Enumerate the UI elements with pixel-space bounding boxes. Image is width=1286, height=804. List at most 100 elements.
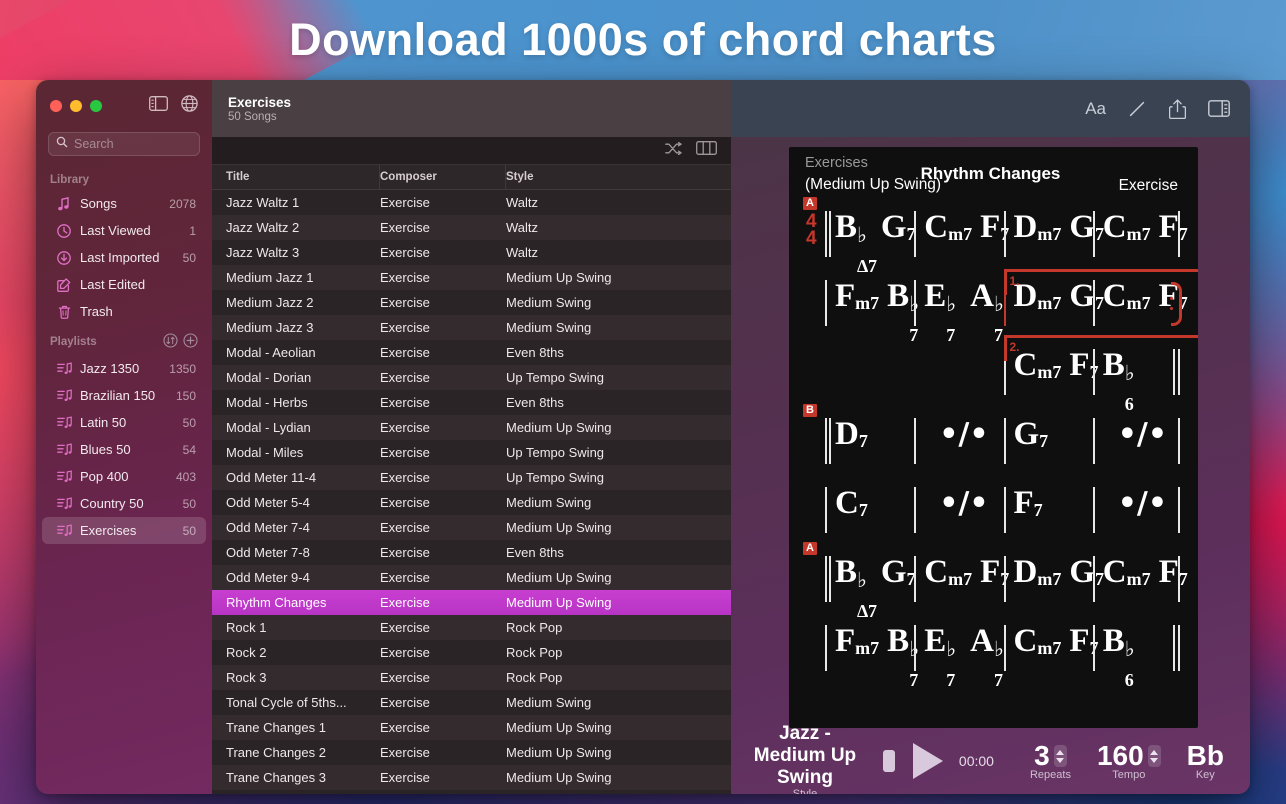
cell-title: Rock 3 xyxy=(212,670,380,685)
tempo-stepper[interactable]: 160 Tempo xyxy=(1097,741,1161,781)
sidebar-item-country-50[interactable]: Country 50 50 xyxy=(42,490,206,517)
cell-title: Odd Meter 7-4 xyxy=(212,520,380,535)
cell-composer: Exercise xyxy=(380,570,506,585)
chord: Cm7 xyxy=(1103,554,1151,594)
sidebar-item-last-viewed[interactable]: Last Viewed 1 xyxy=(42,217,206,244)
measure: F7 xyxy=(1004,485,1093,546)
zoom-button[interactable] xyxy=(90,100,102,112)
measure: E♭7 A♭7 xyxy=(914,623,1003,679)
table-row[interactable]: Jazz Waltz 3 Exercise Waltz xyxy=(212,240,731,265)
cell-style: Even 8ths xyxy=(506,395,731,410)
sidebar: Search Library Songs 2078 xyxy=(36,80,212,794)
barline xyxy=(914,487,916,533)
chord-chart-container[interactable]: Exercises (Medium Up Swing) Rhythm Chang… xyxy=(731,137,1250,728)
sidebar-item-brazilian-150[interactable]: Brazilian 150 150 xyxy=(42,382,206,409)
sidebar-item-last-edited[interactable]: Last Edited xyxy=(42,271,206,298)
player-style-label: Style xyxy=(745,788,865,795)
measure: Fm7 B♭7 xyxy=(825,278,914,339)
share-icon[interactable] xyxy=(1169,99,1186,119)
chord: E♭7 xyxy=(924,278,962,314)
table-row[interactable]: Odd Meter 7-8 Exercise Even 8ths xyxy=(212,540,731,565)
column-header-composer[interactable]: Composer xyxy=(380,165,506,190)
table-row[interactable]: Rock 1 Exercise Rock Pop xyxy=(212,615,731,640)
sidebar-item-label: Pop 400 xyxy=(80,469,168,484)
player-style[interactable]: Jazz - Medium Up Swing Style xyxy=(745,723,865,795)
repeats-stepper[interactable]: 3 Repeats xyxy=(1030,741,1071,781)
table-row[interactable]: Tonal Cycle of 5ths... Exercise Medium S… xyxy=(212,690,731,715)
cell-composer: Exercise xyxy=(380,645,506,660)
repeat-end-marker xyxy=(1166,282,1182,326)
cell-composer: Exercise xyxy=(380,195,506,210)
sidebar-item-blues-50[interactable]: Blues 50 54 xyxy=(42,436,206,463)
table-row[interactable]: Modal - Lydian Exercise Medium Up Swing xyxy=(212,415,731,440)
sidebar-item-songs[interactable]: Songs 2078 xyxy=(42,190,206,217)
sort-icon[interactable] xyxy=(163,333,178,351)
tempo-arrows-icon[interactable] xyxy=(1148,745,1161,767)
column-header-style[interactable]: Style xyxy=(506,165,731,190)
detail-pane: Aa xyxy=(731,80,1250,794)
barline xyxy=(1093,556,1095,602)
search-input[interactable]: Search xyxy=(48,132,200,156)
cell-title: Medium Jazz 3 xyxy=(212,320,380,335)
close-button[interactable] xyxy=(50,100,62,112)
list-header: Exercises 50 Songs xyxy=(212,80,731,137)
barline xyxy=(1093,418,1095,464)
table-row[interactable]: Jazz Waltz 2 Exercise Waltz xyxy=(212,215,731,240)
table-row[interactable]: Trane Changes 3 Exercise Medium Up Swing xyxy=(212,765,731,790)
play-button[interactable] xyxy=(913,743,943,779)
column-header-title[interactable]: Title xyxy=(212,165,380,190)
cell-title: Jazz Waltz 3 xyxy=(212,245,380,260)
table-row[interactable]: Medium Jazz 1 Exercise Medium Up Swing xyxy=(212,265,731,290)
clock-icon xyxy=(56,224,72,238)
table-row[interactable]: Modal - Miles Exercise Up Tempo Swing xyxy=(212,440,731,465)
table-row[interactable]: Odd Meter 9-4 Exercise Medium Up Swing xyxy=(212,565,731,590)
table-row[interactable]: Odd Meter 11-4 Exercise Up Tempo Swing xyxy=(212,465,731,490)
repeats-arrows-icon[interactable] xyxy=(1054,745,1067,767)
sidebar-item-label: Last Viewed xyxy=(80,223,181,238)
barline xyxy=(825,625,827,671)
globe-icon[interactable] xyxy=(181,95,198,117)
table-row[interactable]: Rock 2 Exercise Rock Pop xyxy=(212,640,731,665)
measure: Cm7 F7 xyxy=(1004,623,1093,679)
sidebar-item-label: Jazz 1350 xyxy=(80,361,161,376)
sidebar-icon[interactable] xyxy=(149,96,168,116)
sidebar-item-label: Exercises xyxy=(80,523,175,538)
cell-composer: Exercise xyxy=(380,745,506,760)
sidebar-item-last-imported[interactable]: Last Imported 50 xyxy=(42,244,206,271)
table-row[interactable]: Trane Changes 1 Exercise Medium Up Swing xyxy=(212,715,731,740)
ending-number: 1. xyxy=(1007,274,1020,288)
table-row[interactable]: Medium Jazz 3 Exercise Medium Swing xyxy=(212,315,731,340)
column-view-icon[interactable] xyxy=(696,141,717,160)
sidebar-item-label: Songs xyxy=(80,196,161,211)
pencil-icon[interactable] xyxy=(1128,99,1147,118)
table-row[interactable]: Modal - Aeolian Exercise Even 8ths xyxy=(212,340,731,365)
sidebar-item-count: 403 xyxy=(176,470,196,484)
table-row[interactable]: Medium Jazz 2 Exercise Medium Swing xyxy=(212,290,731,315)
inspector-panel-icon[interactable] xyxy=(1208,100,1230,117)
table-row[interactable]: Modal - Herbs Exercise Even 8ths xyxy=(212,390,731,415)
key-display[interactable]: Bb Key xyxy=(1187,741,1224,781)
sidebar-item-count: 50 xyxy=(183,497,196,511)
sidebar-item-trash[interactable]: Trash xyxy=(42,298,206,325)
table-row[interactable]: Jazz Waltz 1 Exercise Waltz xyxy=(212,190,731,215)
table-row[interactable]: Rock 3 Exercise Rock Pop xyxy=(212,665,731,690)
table-row[interactable]: Odd Meter 7-4 Exercise Medium Up Swing xyxy=(212,515,731,540)
shuffle-icon[interactable] xyxy=(665,142,682,160)
text-format-icon[interactable]: Aa xyxy=(1085,99,1106,119)
sidebar-item-pop-400[interactable]: Pop 400 403 xyxy=(42,463,206,490)
sidebar-item-latin-50[interactable]: Latin 50 50 xyxy=(42,409,206,436)
chart-header: Exercises (Medium Up Swing) Rhythm Chang… xyxy=(799,155,1182,201)
table-row[interactable]: Odd Meter 5-4 Exercise Medium Swing xyxy=(212,490,731,515)
table-row[interactable]: Modal - Dorian Exercise Up Tempo Swing xyxy=(212,365,731,390)
plus-circle-icon[interactable] xyxy=(183,333,198,351)
sidebar-item-exercises[interactable]: Exercises 50 xyxy=(42,517,206,544)
barline xyxy=(825,280,827,326)
stop-button[interactable] xyxy=(883,750,895,772)
measure: •∕• xyxy=(1093,416,1182,477)
table-row-selected[interactable]: Rhythm Changes Exercise Medium Up Swing xyxy=(212,590,731,615)
sidebar-item-jazz-1350[interactable]: Jazz 1350 1350 xyxy=(42,355,206,382)
minimize-button[interactable] xyxy=(70,100,82,112)
barline xyxy=(1093,625,1095,671)
staff-line-2: Fm7 B♭7 E♭7 A♭7 1. xyxy=(799,270,1182,339)
table-row[interactable]: Trane Changes 2 Exercise Medium Up Swing xyxy=(212,740,731,765)
